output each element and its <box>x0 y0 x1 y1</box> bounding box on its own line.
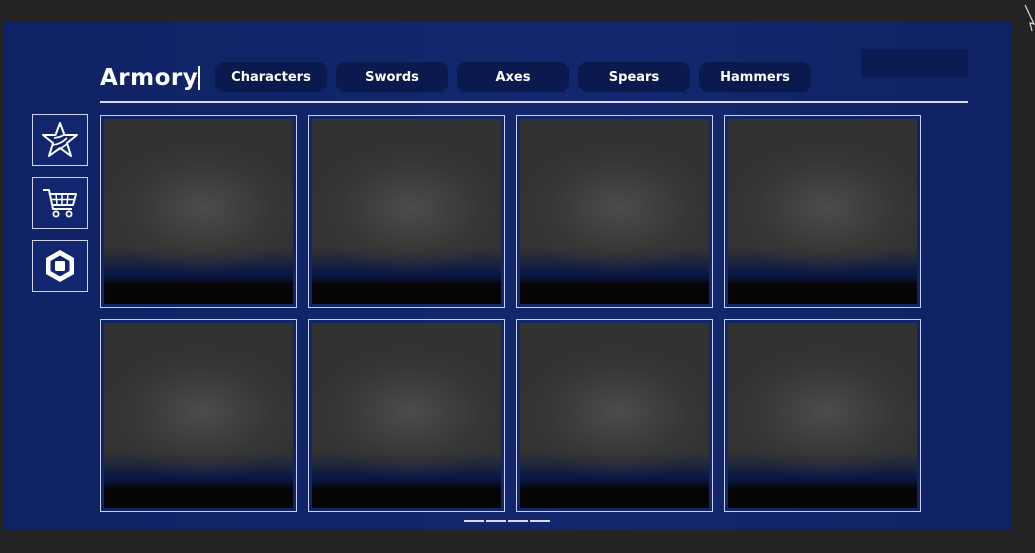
page-dot[interactable] <box>464 520 484 522</box>
tab-hammers[interactable]: Hammers <box>699 62 811 92</box>
sidebar-item-shop[interactable] <box>32 177 88 229</box>
tab-characters[interactable]: Characters <box>215 62 327 92</box>
title-separator <box>198 66 200 90</box>
item-slot-5[interactable] <box>100 319 297 512</box>
item-slot-4[interactable] <box>724 115 921 308</box>
page-dot[interactable] <box>486 520 506 522</box>
currency-display <box>861 49 968 77</box>
category-tabs: Characters Swords Axes Spears Hammers <box>215 62 811 92</box>
item-preview <box>520 119 709 304</box>
item-slot-8[interactable] <box>724 319 921 512</box>
page-title: Armory <box>100 65 199 91</box>
item-slot-3[interactable] <box>516 115 713 308</box>
tab-spears[interactable]: Spears <box>578 62 690 92</box>
item-preview <box>104 119 293 304</box>
item-slot-2[interactable] <box>308 115 505 308</box>
sidebar-item-robux[interactable] <box>32 240 88 292</box>
item-preview <box>312 323 501 508</box>
tab-swords[interactable]: Swords <box>336 62 448 92</box>
page-dot[interactable] <box>530 520 550 522</box>
robux-icon <box>46 250 74 282</box>
item-slot-7[interactable] <box>516 319 713 512</box>
item-slot-6[interactable] <box>308 319 505 512</box>
item-preview <box>520 323 709 508</box>
item-slot-1[interactable] <box>100 115 297 308</box>
item-preview <box>104 323 293 508</box>
pagination-indicator <box>464 520 550 522</box>
item-preview <box>312 119 501 304</box>
tab-axes[interactable]: Axes <box>457 62 569 92</box>
sidebar-item-featured[interactable] <box>32 114 88 166</box>
page-dot[interactable] <box>508 520 528 522</box>
item-preview <box>728 323 917 508</box>
mouse-cursor-icon <box>1024 4 1035 32</box>
star-icon <box>42 122 78 157</box>
cart-icon <box>43 189 77 218</box>
item-preview <box>728 119 917 304</box>
header-divider <box>100 101 968 103</box>
